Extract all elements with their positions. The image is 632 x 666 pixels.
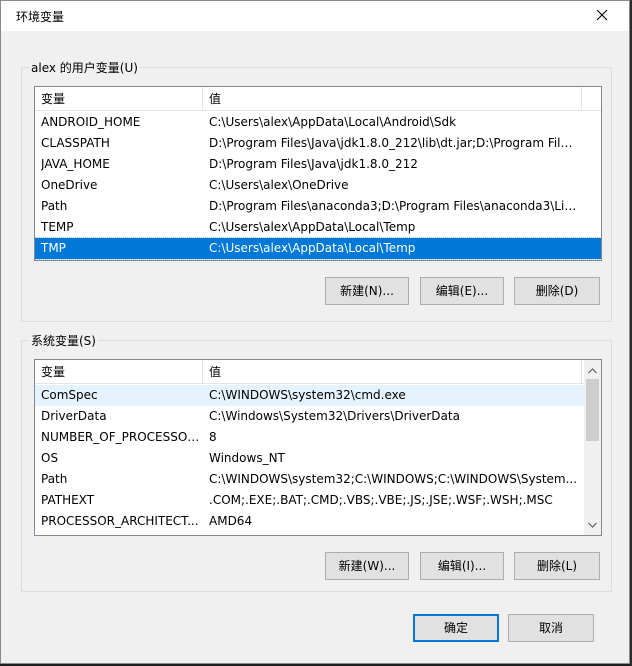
title-bar[interactable]: 环境变量 [1,1,629,31]
table-row[interactable]: Path D:\Program Files\anaconda3;D:\Progra… [35,196,601,217]
user-vars-rows: ANDROID_HOME C:\Users\alex\AppData\Local\… [35,112,601,260]
system-delete-button[interactable]: 删除(L) [514,552,600,580]
var-value: C:\Users\alex\AppData\Local\Android\Sdk [209,115,457,129]
var-value: C:\WINDOWS\system32;C:\WINDOWS;C:\WINDOW… [209,472,578,486]
column-header-name[interactable]: 变量 [35,87,203,111]
user-new-button[interactable]: 新建(N)... [325,277,409,305]
table-row[interactable]: OS Windows_NT [35,448,601,469]
var-value: D:\Program Files\anaconda3;D:\Program Fi… [209,199,579,213]
var-name: NUMBER_OF_PROCESSORS [41,430,201,444]
table-row[interactable]: NUMBER_OF_PROCESSORS 8 [35,427,601,448]
column-header-value[interactable]: 值 [203,87,582,111]
table-row[interactable]: CLASSPATH D:\Program Files\Java\jdk1.8.0_… [35,133,601,154]
scroll-thumb[interactable] [586,379,599,441]
var-name: TMP [41,241,66,255]
user-edit-button[interactable]: 编辑(E)... [420,277,504,305]
user-vars-group: alex 的用户变量(U) 变量 值 ANDROID_HOME C:\Users\… [21,59,612,322]
table-row[interactable]: ComSpec C:\WINDOWS\system32\cmd.exe [35,385,601,406]
system-vars-header: 变量 值 [35,360,601,384]
var-value: 8 [209,430,217,444]
system-vars-label: 系统变量(S) [29,332,98,349]
cancel-button[interactable]: 取消 [508,614,594,642]
system-vars-group: 系统变量(S) 变量 值 ComSpec C:\WINDOWS\system32\… [21,332,612,592]
user-vars-header: 变量 值 [35,87,601,111]
ok-button[interactable]: 确定 [413,614,499,642]
table-row[interactable]: ANDROID_HOME C:\Users\alex\AppData\Local\… [35,112,601,133]
var-name: OneDrive [41,178,98,192]
var-value: C:\Users\alex\AppData\Local\Temp [209,241,416,255]
scroll-up-icon[interactable] [584,362,601,379]
system-new-button[interactable]: 新建(W)... [325,552,409,580]
env-vars-dialog: 环境变量 alex 的用户变量(U) 变量 值 ANDROID_HOME C:\U… [0,0,630,664]
close-button[interactable] [579,1,625,31]
user-vars-list[interactable]: 变量 值 ANDROID_HOME C:\Users\alex\AppData\L… [34,86,602,261]
var-name: ANDROID_HOME [41,115,141,129]
var-value: C:\WINDOWS\system32\cmd.exe [209,388,406,402]
var-name: TEMP [41,220,74,234]
table-row[interactable]: TEMP C:\Users\alex\AppData\Local\Temp [35,217,601,238]
var-value: Windows_NT [209,451,285,465]
var-value: AMD64 [209,514,253,528]
var-name: PROCESSOR_ARCHITECT... [41,514,199,528]
table-row[interactable]: JAVA_HOME D:\Program Files\Java\jdk1.8.0_… [35,154,601,175]
var-name: Path [41,472,68,486]
var-value: C:\Users\alex\AppData\Local\Temp [209,220,416,234]
var-value: .COM;.EXE;.BAT;.CMD;.VBS;.VBE;.JS;.JSE;.… [209,493,553,507]
column-header-name[interactable]: 变量 [35,360,203,384]
var-name: CLASSPATH [41,136,110,150]
var-name: OS [41,451,59,465]
var-name: Path [41,199,68,213]
column-header-value[interactable]: 值 [203,360,582,384]
system-edit-button[interactable]: 编辑(I)... [420,552,504,580]
var-name: PATHEXT [41,493,95,507]
table-row[interactable]: OneDrive C:\Users\alex\OneDrive [35,175,601,196]
system-vars-scrollbar[interactable] [584,360,601,535]
var-value: C:\Windows\System32\Drivers\DriverData [209,409,460,423]
system-vars-rows: ComSpec C:\WINDOWS\system32\cmd.exe Driver… [35,385,601,532]
table-row[interactable]: PROCESSOR_ARCHITECT... AMD64 [35,511,601,532]
scroll-down-icon[interactable] [584,516,601,533]
var-value: D:\Program Files\Java\jdk1.8.0_212\lib\d… [209,136,579,150]
system-vars-list[interactable]: 变量 值 ComSpec C:\WINDOWS\system32\cmd.exe D… [34,359,602,536]
table-row[interactable]: TMP C:\Users\alex\AppData\Local\Temp [35,237,601,260]
var-value: D:\Program Files\Java\jdk1.8.0_212 [209,157,418,171]
table-row[interactable]: DriverData C:\Windows\System32\Drivers\Dr… [35,406,601,427]
var-name: ComSpec [41,388,98,402]
var-name: DriverData [41,409,107,423]
var-value: C:\Users\alex\OneDrive [209,178,349,192]
table-row[interactable]: Path C:\WINDOWS\system32;C:\WINDOWS;C:\WI… [35,469,601,490]
user-delete-button[interactable]: 删除(D) [514,277,600,305]
window-title: 环境变量 [16,10,65,24]
close-icon [596,9,608,24]
var-name: JAVA_HOME [41,157,110,171]
table-row[interactable]: PATHEXT .COM;.EXE;.BAT;.CMD;.VBS;.VBE;.JS… [35,490,601,511]
user-vars-label: alex 的用户变量(U) [29,59,140,76]
